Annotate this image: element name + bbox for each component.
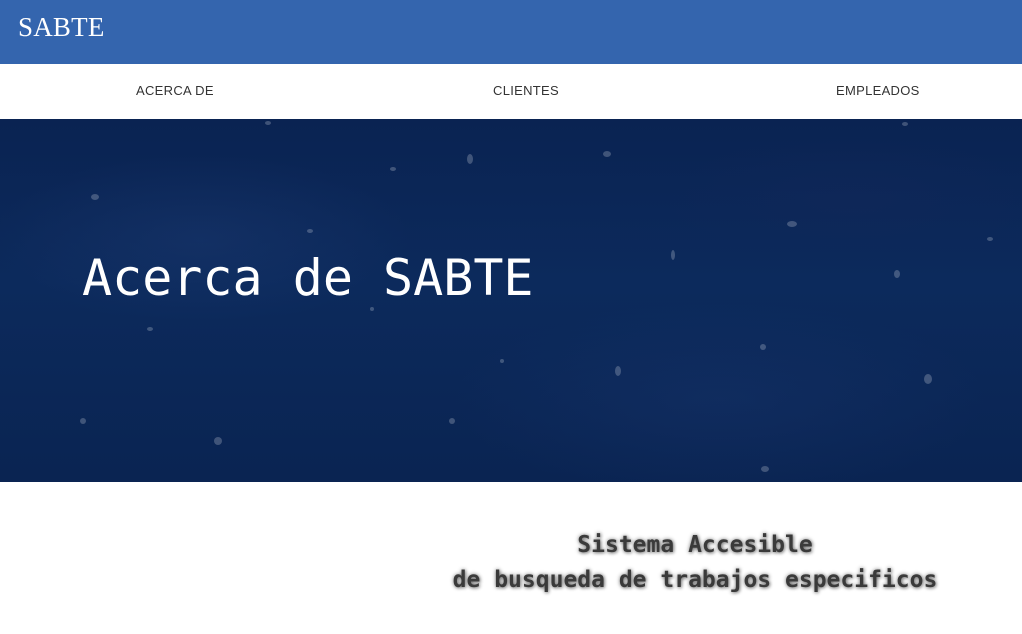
tagline: Sistema Accesible de busqueda de trabajo… — [360, 528, 1022, 598]
nav-item-empleados[interactable]: EMPLEADOS — [836, 83, 920, 98]
top-bar: SABTE — [0, 0, 1022, 64]
main-nav: ACERCA DE CLIENTES EMPLEADOS — [0, 64, 1022, 119]
brand-logo[interactable]: SABTE — [18, 12, 105, 43]
nav-item-clientes[interactable]: CLIENTES — [493, 83, 559, 98]
nav-item-acerca-de[interactable]: ACERCA DE — [136, 83, 214, 98]
hero-title: Acerca de SABTE — [82, 249, 534, 307]
hero-banner: Acerca de SABTE — [0, 119, 1022, 482]
tagline-line-1: Sistema Accesible — [577, 532, 813, 558]
tagline-line-2: de busqueda de trabajos especificos — [452, 567, 938, 593]
